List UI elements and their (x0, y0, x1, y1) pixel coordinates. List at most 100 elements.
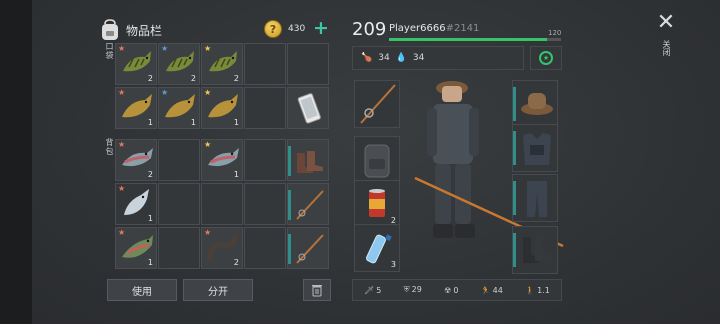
backpack-slot-empty[interactable] (158, 139, 200, 181)
backpack-slot[interactable] (287, 227, 329, 269)
pocket-section-label: 口袋 (105, 42, 114, 60)
fishing-rod-icon (296, 234, 324, 264)
item-quantity: 1 (147, 258, 153, 267)
knife-icon: 🗡 (364, 285, 375, 295)
pocket-slot-empty[interactable] (287, 43, 329, 85)
pocket-slot[interactable]: ★ 1 (201, 87, 243, 129)
close-button[interactable]: ✕ (655, 12, 677, 34)
backpack-slot-empty[interactable] (201, 183, 243, 225)
head-slot[interactable] (512, 80, 558, 128)
equipped-marker (513, 181, 516, 215)
combat-stats-bar: 🗡 5 ⛨ 29 ☢ 0 🏃 44 🚶 1.1 (352, 279, 562, 301)
backpack-slot[interactable] (287, 183, 329, 225)
attack-stat: 🗡 5 (364, 286, 381, 295)
backpack-slot[interactable]: ★ 1 (115, 183, 157, 225)
fishing-rod-icon (296, 190, 324, 220)
vitals-box: 🍗 34 💧 34 (352, 46, 524, 70)
backpack-slot-empty[interactable] (244, 139, 286, 181)
speed-stat: 🏃 44 (481, 286, 503, 295)
xp-bar-fill (389, 38, 548, 41)
coin-count: 430 (288, 24, 306, 34)
stat-value: 5 (376, 285, 382, 295)
backpack-section-label: 背包 (105, 138, 114, 156)
split-button[interactable]: 分开 (183, 279, 253, 301)
hat-icon (521, 93, 553, 115)
use-button[interactable]: 使用 (107, 279, 177, 301)
item-quantity: 2 (233, 74, 239, 83)
food-icon: 🍗 (361, 53, 373, 63)
quick-slot-1[interactable]: 2 (354, 180, 400, 228)
backpack-slot[interactable]: ★ 2 (201, 227, 243, 269)
coin-icon: ? (264, 20, 282, 38)
pocket-slot[interactable] (287, 87, 329, 129)
walking-icon: 🚶 (525, 285, 536, 295)
backpack-slot[interactable]: ★ 2 (115, 139, 157, 181)
backpack-slot[interactable] (287, 139, 329, 181)
armor-vest-icon (523, 133, 551, 165)
player-name-line: Player6666#2141 (389, 23, 479, 34)
item-quantity: 2 (147, 74, 153, 83)
xp-bar (389, 38, 561, 41)
backpack-equip-slot[interactable] (354, 136, 400, 184)
player-level: 209 (352, 19, 387, 40)
item-quantity: 3 (390, 260, 396, 269)
backpack-slot-empty[interactable] (158, 183, 200, 225)
pocket-slot-empty[interactable] (244, 87, 286, 129)
item-quantity: 1 (190, 118, 196, 127)
defense-stat: ⛨ 29 (404, 285, 422, 295)
add-coins-button[interactable]: + (313, 19, 329, 38)
backpack-slot-empty[interactable] (244, 183, 286, 225)
stat-value: 44 (492, 285, 503, 295)
pocket-slot[interactable]: ★ 1 (115, 87, 157, 129)
pocket-slot[interactable]: ★ 2 (201, 43, 243, 85)
food-value: 34 (378, 53, 390, 63)
pocket-slot[interactable]: ★ 1 (158, 87, 200, 129)
delete-button[interactable] (303, 279, 331, 301)
left-edge-bar (0, 0, 32, 324)
pocket-slot-empty[interactable] (244, 43, 286, 85)
inventory-title: 物品栏 (126, 23, 163, 38)
body-slot[interactable] (512, 124, 558, 172)
radiation-stat: ☢ 0 (444, 286, 458, 295)
pocket-slot[interactable]: ★ 2 (158, 43, 200, 85)
player-id: #2141 (445, 23, 480, 34)
fishing-rod-icon (360, 84, 396, 124)
shield-icon: ⛨ (403, 285, 410, 294)
equipped-marker (513, 87, 516, 121)
backpack-slot-empty[interactable] (244, 227, 286, 269)
coin-display: ? 430 (264, 20, 305, 38)
running-icon: 🏃 (480, 285, 491, 295)
radiation-shield-icon: ☢ (444, 285, 452, 295)
item-quantity: 1 (233, 118, 239, 127)
quick-slot-2[interactable]: 3 (354, 224, 400, 272)
item-quantity: 2 (233, 258, 239, 267)
backpack-slot[interactable]: ★ 1 (201, 139, 243, 181)
backpack-slot-empty[interactable] (158, 227, 200, 269)
boots-icon (297, 151, 323, 173)
status-button[interactable]: ★ (530, 46, 562, 70)
item-quantity: 2 (147, 170, 153, 179)
pocket-slot[interactable]: ★ 2 (115, 43, 157, 85)
water-icon: 💧 (395, 53, 407, 63)
equipped-marker (513, 131, 516, 165)
stealth-stat: 🚶 1.1 (525, 286, 550, 295)
backpack-gear-icon (364, 144, 390, 178)
legs-slot[interactable] (512, 174, 558, 222)
item-quantity: 2 (190, 74, 196, 83)
xp-max: 120 (548, 29, 562, 37)
item-quantity: 1 (147, 118, 153, 127)
backpack-icon (102, 19, 118, 40)
feet-slot[interactable] (512, 226, 558, 274)
pants-icon (527, 181, 547, 217)
trash-icon (312, 285, 322, 297)
stat-value: 0 (453, 285, 459, 295)
item-quantity: 1 (147, 214, 153, 223)
player-name: Player6666 (389, 23, 446, 34)
stat-value: 29 (411, 285, 422, 294)
water-value: 34 (412, 53, 425, 63)
backpack-slot[interactable]: ★ 1 (115, 227, 157, 269)
phone-icon (297, 93, 321, 124)
item-quantity: 1 (233, 170, 239, 179)
weapon-slot[interactable] (354, 80, 400, 128)
equipped-marker (513, 233, 516, 267)
